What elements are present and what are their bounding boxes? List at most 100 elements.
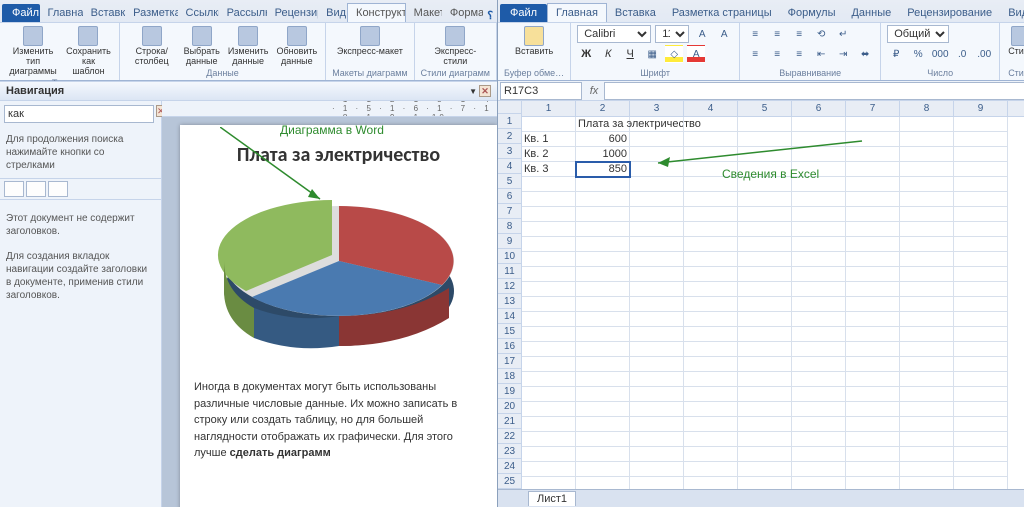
nav-tab-results[interactable] [48, 181, 68, 197]
cell[interactable] [630, 432, 684, 447]
wrap-text-button[interactable]: ↵ [834, 25, 852, 43]
cell[interactable] [792, 222, 846, 237]
cell[interactable] [684, 477, 738, 489]
cell[interactable] [630, 447, 684, 462]
cells-area[interactable]: Сведения в Excel Плата за электричествоК… [522, 117, 1024, 489]
cell[interactable] [792, 372, 846, 387]
save-template-button[interactable]: Сохранить как шаблон [64, 25, 113, 78]
cell[interactable] [522, 297, 576, 312]
paste-button[interactable]: Вставить [513, 25, 555, 58]
tab-home[interactable]: Главная [40, 4, 83, 22]
cell[interactable] [684, 372, 738, 387]
cell[interactable] [900, 462, 954, 477]
cell[interactable] [684, 267, 738, 282]
document-area[interactable]: Диаграмма в Word Плата за электричество [162, 117, 497, 507]
cell[interactable] [576, 252, 630, 267]
row-header[interactable]: 18 [498, 369, 521, 384]
switch-row-col-button[interactable]: Строка/столбец [126, 25, 178, 68]
row-header[interactable]: 22 [498, 429, 521, 444]
cell[interactable] [576, 192, 630, 207]
cell[interactable] [576, 387, 630, 402]
cell[interactable] [630, 477, 684, 489]
cell[interactable] [630, 252, 684, 267]
cell[interactable] [900, 252, 954, 267]
column-headers[interactable]: 123456789 [522, 101, 1024, 117]
cell[interactable] [576, 312, 630, 327]
cell[interactable] [684, 417, 738, 432]
cell[interactable] [846, 312, 900, 327]
row-header[interactable]: 20 [498, 399, 521, 414]
cell[interactable] [846, 327, 900, 342]
cell[interactable] [630, 417, 684, 432]
cell[interactable] [954, 177, 1008, 192]
row-header[interactable]: 9 [498, 234, 521, 249]
cell[interactable] [900, 387, 954, 402]
cell[interactable] [900, 237, 954, 252]
tab-chart-design[interactable]: Конструктор [347, 3, 406, 22]
row-header[interactable]: 15 [498, 324, 521, 339]
cell[interactable] [576, 327, 630, 342]
cell[interactable]: 1000 [576, 147, 630, 162]
col-header[interactable]: 6 [792, 101, 846, 116]
cell[interactable] [630, 387, 684, 402]
cell[interactable] [576, 282, 630, 297]
cell[interactable] [630, 237, 684, 252]
cell[interactable] [792, 402, 846, 417]
cell[interactable] [954, 147, 1008, 162]
cell[interactable]: Кв. 3 [522, 162, 576, 177]
refresh-data-button[interactable]: Обновить данные [274, 25, 319, 68]
cell[interactable] [576, 417, 630, 432]
shrink-font-button[interactable]: A [715, 25, 733, 43]
cell[interactable] [738, 282, 792, 297]
cell[interactable] [738, 387, 792, 402]
cell[interactable] [900, 417, 954, 432]
cell[interactable] [792, 417, 846, 432]
cell[interactable] [954, 417, 1008, 432]
cell[interactable] [954, 252, 1008, 267]
cell[interactable] [846, 447, 900, 462]
cell[interactable] [522, 222, 576, 237]
cell[interactable] [576, 432, 630, 447]
tab-references[interactable]: Ссылки [178, 4, 219, 22]
quick-styles-button[interactable]: Экспресс-стили [421, 25, 490, 68]
cell[interactable] [846, 252, 900, 267]
cell[interactable] [576, 342, 630, 357]
cell[interactable] [792, 477, 846, 489]
cell[interactable] [954, 192, 1008, 207]
formula-input[interactable] [604, 82, 1024, 100]
align-bottom-button[interactable]: ≡ [790, 25, 808, 43]
cell[interactable]: Кв. 2 [522, 147, 576, 162]
cell[interactable] [684, 297, 738, 312]
cell[interactable] [684, 237, 738, 252]
dec-decimal-button[interactable]: .00 [975, 45, 993, 63]
ex-tab-view[interactable]: Вид [1000, 4, 1024, 22]
row-header[interactable]: 2 [498, 129, 521, 144]
cell[interactable] [630, 357, 684, 372]
row-headers[interactable]: 1234567891011121314151617181920212223242… [498, 114, 522, 489]
cell[interactable] [954, 372, 1008, 387]
row-header[interactable]: 7 [498, 204, 521, 219]
row-header[interactable]: 19 [498, 384, 521, 399]
ex-tab-home[interactable]: Главная [547, 3, 607, 22]
tab-pagelayout[interactable]: Разметка с [125, 4, 177, 22]
cell[interactable] [846, 357, 900, 372]
cell[interactable] [522, 117, 576, 132]
cell[interactable] [738, 252, 792, 267]
col-header[interactable]: 9 [954, 101, 1008, 116]
cell[interactable] [954, 162, 1008, 177]
cell[interactable] [954, 267, 1008, 282]
tab-review[interactable]: Рецензиро [267, 4, 318, 22]
cell[interactable] [630, 402, 684, 417]
cell[interactable] [576, 207, 630, 222]
font-color-button[interactable]: A [687, 45, 705, 63]
cell[interactable] [792, 252, 846, 267]
cell[interactable] [576, 237, 630, 252]
cell[interactable] [792, 342, 846, 357]
select-all-corner[interactable] [498, 101, 522, 114]
cell[interactable] [576, 222, 630, 237]
cell[interactable] [792, 192, 846, 207]
cell[interactable] [738, 222, 792, 237]
cell[interactable] [738, 327, 792, 342]
cell[interactable] [630, 297, 684, 312]
nav-tab-headings[interactable] [4, 181, 24, 197]
